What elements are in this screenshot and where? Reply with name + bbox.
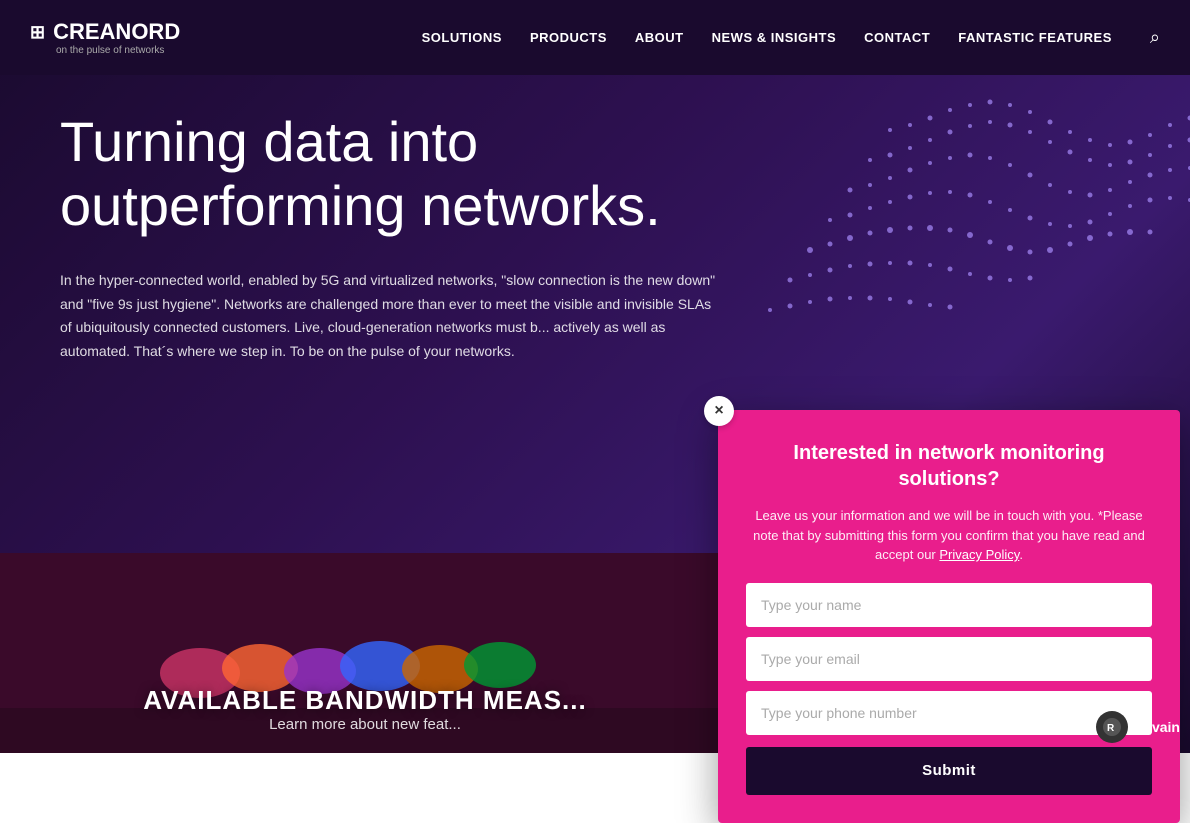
bottom-headline: AVAILABLE BANDWIDTH MEAS...	[0, 685, 730, 716]
revain-label: Revain	[1134, 719, 1180, 735]
email-input[interactable]	[746, 637, 1152, 681]
phone-input[interactable]	[746, 691, 1152, 735]
hero-title: Turning data into outperforming networks…	[60, 110, 740, 239]
nav-solutions[interactable]: SOLUTIONS	[422, 30, 502, 45]
nav-about[interactable]: ABOUT	[635, 30, 684, 45]
privacy-policy-link[interactable]: Privacy Policy	[939, 547, 1019, 562]
nav-contact[interactable]: CONTACT	[864, 30, 930, 45]
submit-button[interactable]: Submit	[746, 747, 1152, 795]
modal-description: Leave us your information and we will be…	[746, 506, 1152, 565]
revain-icon: R	[1096, 711, 1128, 743]
nav-fantastic-features[interactable]: FANTASTIC FEATURES	[958, 30, 1112, 45]
header: ⊞ CREANORD on the pulse of networks SOLU…	[0, 0, 1190, 75]
modal-close-button[interactable]: ×	[704, 396, 734, 426]
logo-name: CREANORD	[53, 19, 180, 45]
hero-content: Turning data into outperforming networks…	[60, 110, 740, 364]
svg-text:R: R	[1107, 723, 1115, 734]
logo-icon: ⊞	[30, 22, 45, 43]
name-input[interactable]	[746, 583, 1152, 627]
hero-body: In the hyper-connected world, enabled by…	[60, 269, 720, 364]
revain-badge: R Revain	[1096, 711, 1180, 743]
logo-tagline: on the pulse of networks	[56, 45, 180, 56]
bottom-text-overlay: AVAILABLE BANDWIDTH MEAS... Learn more a…	[0, 685, 730, 753]
search-icon[interactable]: ⌕	[1150, 27, 1160, 48]
nav-news-insights[interactable]: NEWS & INSIGHTS	[712, 30, 837, 45]
logo-area: ⊞ CREANORD on the pulse of networks	[30, 19, 180, 56]
bottom-subtext: Learn more about new feat...	[0, 716, 730, 733]
main-nav: SOLUTIONS PRODUCTS ABOUT NEWS & INSIGHTS…	[422, 27, 1160, 48]
logo[interactable]: ⊞ CREANORD	[30, 19, 180, 45]
bottom-section: AVAILABLE BANDWIDTH MEAS... Learn more a…	[0, 553, 730, 753]
contact-modal: × Interested in network monitoring solut…	[718, 410, 1180, 823]
modal-title: Interested in network monitoring solutio…	[746, 440, 1152, 492]
nav-products[interactable]: PRODUCTS	[530, 30, 607, 45]
